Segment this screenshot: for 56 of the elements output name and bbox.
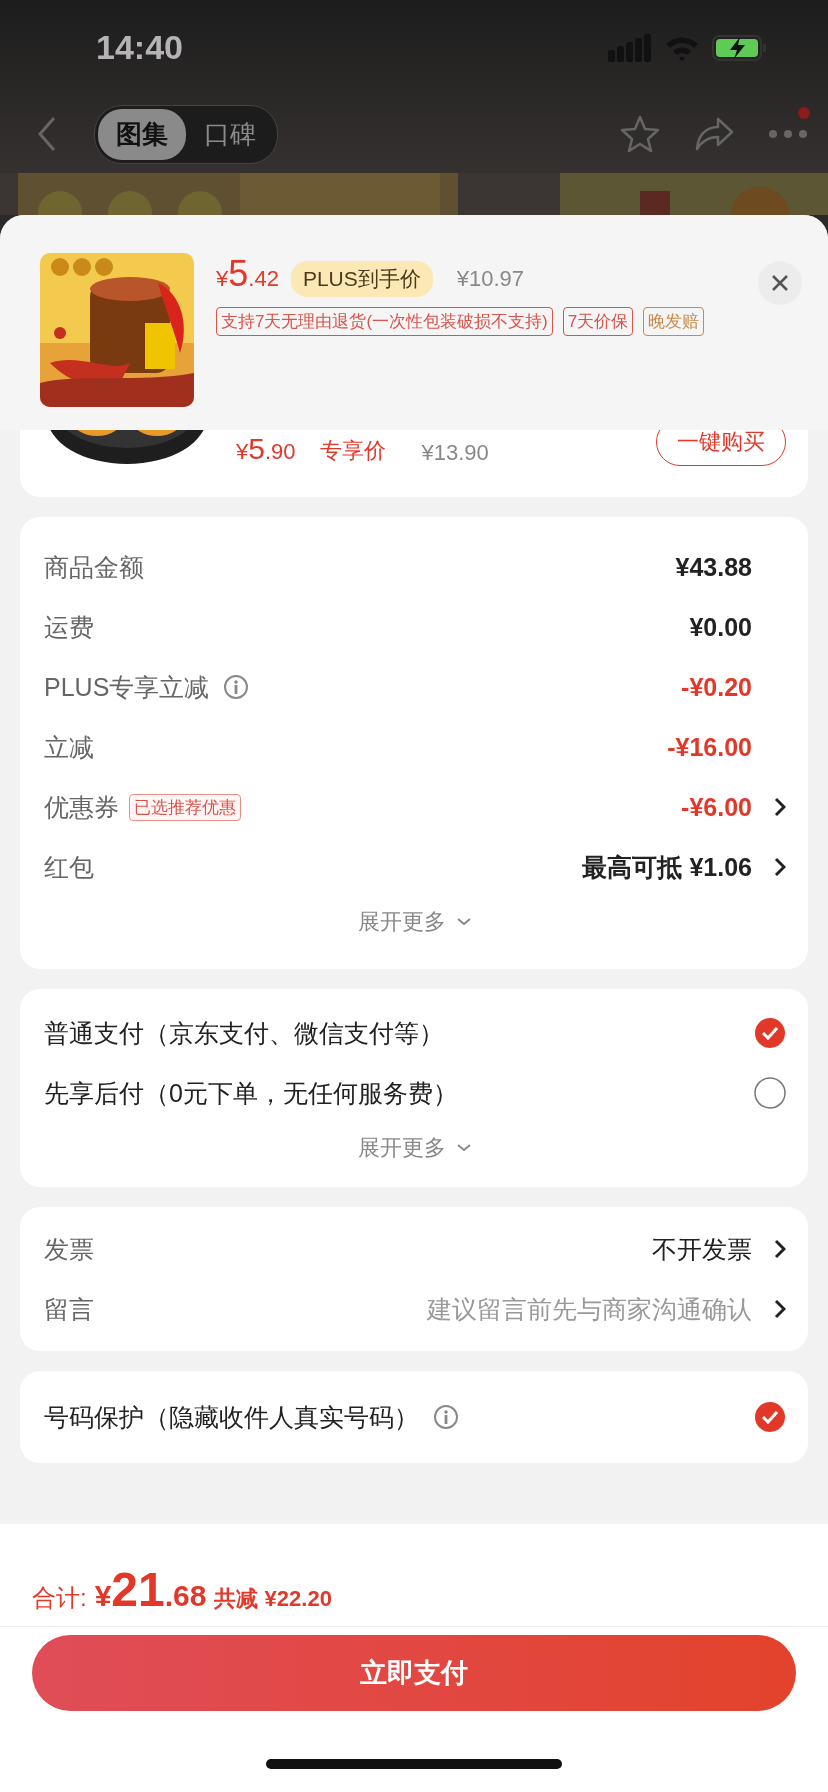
charge-label: 红包 bbox=[44, 851, 94, 883]
service-tag: 晚发赔 bbox=[643, 307, 705, 336]
star-icon[interactable] bbox=[620, 115, 660, 153]
radio-button[interactable] bbox=[754, 1077, 786, 1109]
charge-value: -¥0.20 bbox=[681, 672, 752, 702]
battery-charging-icon bbox=[712, 33, 768, 62]
field-label: 发票 bbox=[44, 1233, 94, 1265]
privacy-label: 号码保护（隐藏收件人真实号码） bbox=[44, 1401, 419, 1433]
tab[interactable]: 图集 bbox=[98, 108, 186, 160]
charge-label: 优惠券 bbox=[44, 791, 119, 823]
field-value: 建议留言前先与商家沟通确认 bbox=[427, 1293, 752, 1325]
chevron-right-icon[interactable] bbox=[774, 1298, 786, 1320]
discount-total: 共减 ¥22.20 bbox=[214, 1585, 332, 1613]
status-time: 14:40 bbox=[96, 28, 183, 67]
charge-value: -¥6.00 bbox=[681, 792, 752, 822]
charge-label: 商品金额 bbox=[44, 551, 144, 583]
coupon-tag: 已选推荐优惠 bbox=[129, 793, 241, 821]
buy-button[interactable]: 一键购买 bbox=[656, 430, 786, 466]
charge-value: ¥0.00 bbox=[689, 612, 752, 642]
charge-value: -¥16.00 bbox=[667, 732, 752, 762]
charge-label: PLUS专享立减 bbox=[44, 671, 210, 703]
checked-radio[interactable] bbox=[754, 1401, 786, 1433]
original-price: ¥10.97 bbox=[456, 266, 525, 292]
price: ¥5.42 bbox=[216, 253, 279, 295]
charge-label: 运费 bbox=[44, 611, 94, 643]
expand-more-link[interactable]: 展开更多 bbox=[348, 1123, 482, 1173]
chevron-right-icon[interactable] bbox=[774, 856, 786, 878]
service-tag: 7天价保 bbox=[562, 307, 634, 336]
price: ¥5.90 bbox=[236, 432, 296, 466]
charge-value: ¥43.88 bbox=[675, 552, 752, 582]
service-tag: 支持7天无理由退货(一次性包装破损不支持) bbox=[216, 307, 553, 336]
charge-value: 最高可抵 ¥1.06 bbox=[582, 851, 752, 883]
chevron-down-icon bbox=[456, 1143, 472, 1153]
expand-more-link[interactable]: 展开更多 bbox=[348, 897, 482, 947]
chevron-down-icon bbox=[456, 917, 472, 927]
original-price: ¥13.90 bbox=[421, 440, 489, 466]
chevron-right-icon[interactable] bbox=[774, 1238, 786, 1260]
more-icon[interactable] bbox=[768, 129, 808, 139]
close-button[interactable] bbox=[758, 261, 802, 305]
payment-option: 普通支付（京东支付、微信支付等） bbox=[44, 1016, 444, 1050]
price-label: PLUS到手价 bbox=[290, 261, 433, 297]
share-icon[interactable] bbox=[694, 116, 734, 152]
field-label: 留言 bbox=[44, 1293, 94, 1325]
total-label: 合计: bbox=[32, 1583, 87, 1613]
close-icon bbox=[771, 274, 789, 292]
total-price: ¥21.68 bbox=[94, 1562, 207, 1617]
info-icon[interactable] bbox=[223, 674, 250, 700]
payment-option: 先享后付（0元下单，无任何服务费） bbox=[44, 1076, 458, 1110]
charge-label: 立减 bbox=[44, 731, 94, 763]
checked-radio[interactable] bbox=[754, 1017, 786, 1049]
price-label: 专享价 bbox=[319, 437, 386, 465]
info-icon[interactable] bbox=[433, 1404, 459, 1430]
field-value: 不开发票 bbox=[652, 1233, 752, 1265]
chevron-right-icon[interactable] bbox=[774, 796, 786, 818]
pay-button[interactable]: 立即支付 bbox=[32, 1635, 796, 1711]
tab[interactable]: 口碑 bbox=[186, 108, 274, 160]
